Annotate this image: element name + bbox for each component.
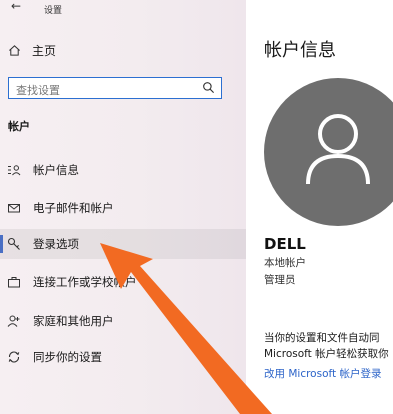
person-add-icon	[7, 315, 20, 327]
sidebar: ← 设置 主页 查找设置 帐户 帐户信息 电子邮件和帐户 登录选项 连接工作或学…	[0, 0, 246, 414]
app-title: 设置	[44, 6, 63, 16]
settings-window: ← 设置 主页 查找设置 帐户 帐户信息 电子邮件和帐户 登录选项 连接工作或学…	[0, 0, 393, 414]
briefcase-icon	[8, 277, 20, 288]
mail-icon	[8, 204, 20, 213]
sidebar-item-sign-in-options[interactable]: 登录选项	[0, 229, 246, 259]
sidebar-item-label: 登录选项	[33, 237, 79, 251]
description-line-2: Microsoft 帐户轻松获取你	[264, 348, 389, 360]
home-icon	[9, 45, 20, 56]
user-silhouette-icon	[306, 114, 370, 185]
user-name: DELL	[264, 235, 306, 253]
page-title: 帐户信息	[264, 40, 336, 61]
sidebar-item-label: 电子邮件和帐户	[33, 201, 114, 215]
sync-icon	[8, 351, 20, 363]
home-label: 主页	[32, 44, 57, 58]
person-card-icon	[8, 165, 21, 176]
sidebar-item-family-users[interactable]: 家庭和其他用户	[0, 306, 246, 336]
key-icon	[7, 237, 20, 250]
search-icon[interactable]	[202, 81, 215, 94]
account-role: 管理员	[264, 274, 296, 286]
sidebar-item-account-info[interactable]: 帐户信息	[0, 155, 246, 185]
back-button[interactable]: ←	[6, 0, 26, 16]
sidebar-item-email-accounts[interactable]: 电子邮件和帐户	[0, 193, 246, 223]
account-type: 本地帐户	[264, 257, 306, 269]
sidebar-item-label: 连接工作或学校帐户	[33, 275, 137, 289]
sidebar-item-label: 同步你的设置	[33, 350, 102, 364]
main-content: 帐户信息 DELL 本地帐户 管理员 当你的设置和文件自动同 Microsoft…	[246, 0, 393, 414]
sidebar-item-work-school[interactable]: 连接工作或学校帐户	[0, 267, 246, 297]
home-nav-item[interactable]: 主页	[0, 38, 246, 64]
microsoft-signin-link[interactable]: 改用 Microsoft 帐户登录	[264, 366, 381, 381]
description-line-1: 当你的设置和文件自动同	[264, 332, 380, 344]
search-placeholder: 查找设置	[16, 84, 60, 97]
title-bar: ← 设置	[0, 0, 246, 20]
sidebar-item-sync-settings[interactable]: 同步你的设置	[0, 342, 246, 372]
sidebar-item-label: 帐户信息	[33, 163, 79, 177]
sidebar-item-label: 家庭和其他用户	[33, 314, 114, 328]
avatar	[264, 78, 393, 226]
search-box[interactable]: 查找设置	[8, 77, 222, 99]
section-header: 帐户	[8, 120, 30, 133]
